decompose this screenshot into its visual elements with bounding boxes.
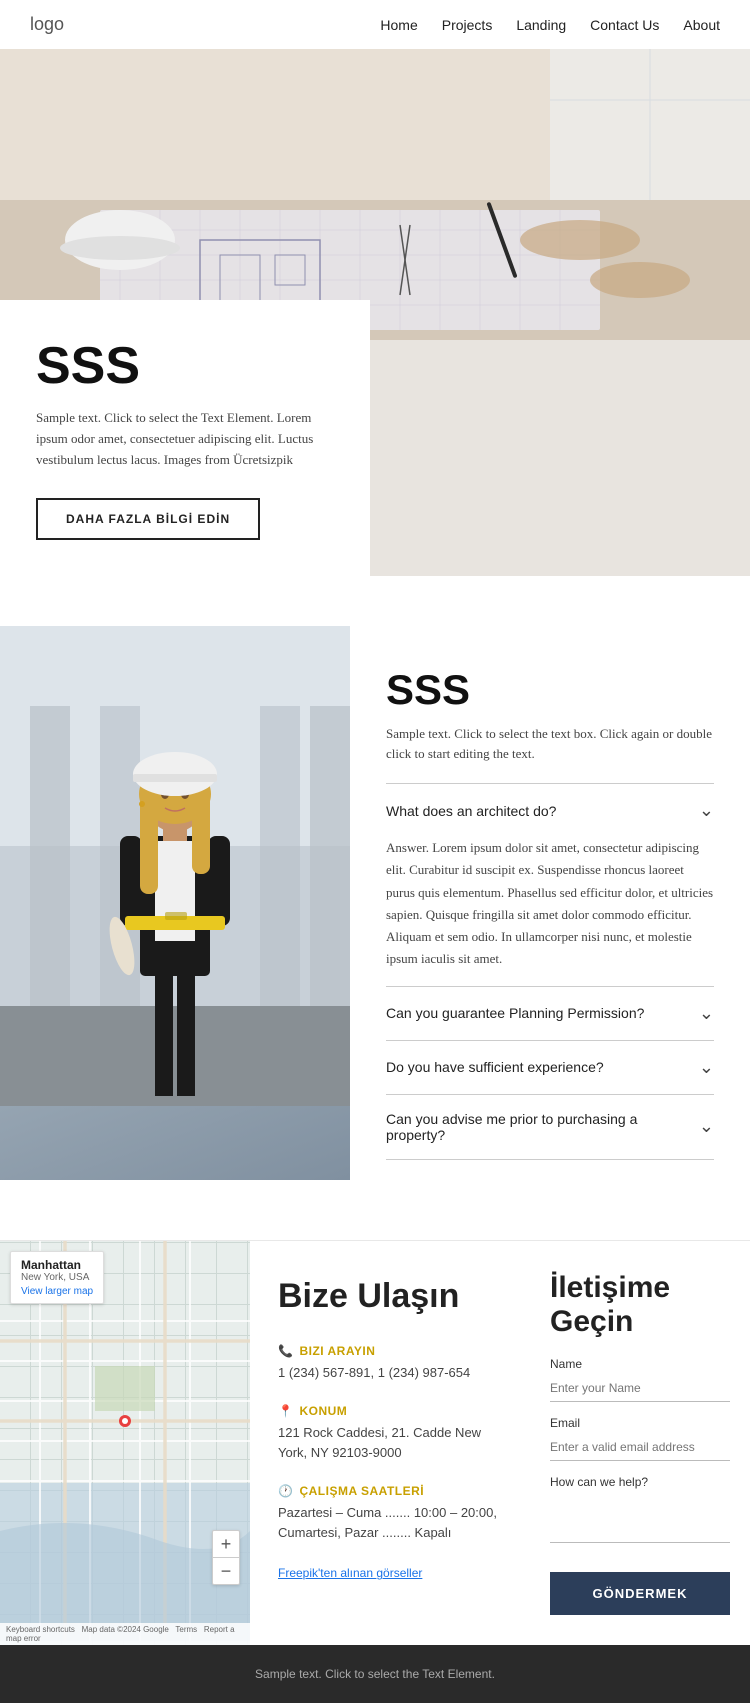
map-bg: Manhattan New York, USA View larger map … [0,1241,250,1645]
faq-heading: SSS [386,666,714,714]
faq-question-text-3: Do you have sufficient experience? [386,1059,604,1075]
form-heading: İletişime Geçin [550,1271,730,1339]
faq-question-3[interactable]: Do you have sufficient experience? ⌄ [386,1041,714,1094]
contact-hours-label: 🕐 ÇALIŞMA SAATLERİ [278,1484,502,1498]
faq-chevron-1: ⌄ [699,800,714,821]
faq-chevron-4: ⌄ [699,1116,714,1137]
nav-about[interactable]: About [683,17,720,33]
navbar: logo Home Projects Landing Contact Us Ab… [0,0,750,49]
contact-section: Manhattan New York, USA View larger map … [0,1240,750,1645]
faq-question-1[interactable]: What does an architect do? ⌄ [386,784,714,837]
nav-links: Home Projects Landing Contact Us About [380,17,720,33]
intro-body: Sample text. Click to select the Text El… [36,408,334,470]
contact-block-hours: 🕐 ÇALIŞMA SAATLERİ Pazartesi – Cuma ....… [278,1484,502,1542]
faq-chevron-2: ⌄ [699,1003,714,1024]
form-message-label: How can we help? [550,1475,730,1489]
clock-icon: 🕐 [278,1484,293,1498]
faq-section: SSS Sample text. Click to select the tex… [0,626,750,1240]
form-name-label: Name [550,1357,730,1371]
intro-right-bg [370,340,750,576]
form-email-label: Email [550,1416,730,1430]
contact-heading: Bize Ulaşın [278,1277,502,1316]
nav-projects[interactable]: Projects [442,17,493,33]
nav-home[interactable]: Home [380,17,417,33]
phone-icon: 📞 [278,1344,293,1358]
spacer [0,576,750,626]
faq-chevron-3: ⌄ [699,1057,714,1078]
faq-item-2: Can you guarantee Planning Permission? ⌄ [386,987,714,1041]
form-group-message: How can we help? [550,1475,730,1548]
form-submit-button[interactable]: GÖNDERMEK [550,1572,730,1615]
contact-address-value: 121 Rock Caddesi, 21. Cadde New York, NY… [278,1423,502,1462]
intro-section: SSS Sample text. Click to select the Tex… [0,340,750,576]
faq-item-1: What does an architect do? ⌄ Answer. Lor… [386,784,714,987]
intro-card: SSS Sample text. Click to select the Tex… [0,300,370,576]
map-zoom-out[interactable]: − [213,1558,239,1584]
intro-heading: SSS [36,340,334,392]
contact-hours-weekday: Pazartesi – Cuma ....... 10:00 – 20:00, [278,1503,502,1523]
faq-content: SSS Sample text. Click to select the tex… [350,626,750,1180]
map-container: Manhattan New York, USA View larger map … [0,1241,250,1645]
view-larger-map-link[interactable]: View larger map [21,1286,93,1297]
form-group-name: Name [550,1357,730,1402]
form-email-input[interactable] [550,1434,730,1461]
faq-question-text-2: Can you guarantee Planning Permission? [386,1005,644,1021]
faq-question-2[interactable]: Can you guarantee Planning Permission? ⌄ [386,987,714,1040]
map-city: Manhattan [21,1258,93,1272]
contact-hours-weekend: Cumartesi, Pazar ........ Kapalı [278,1523,502,1543]
contact-phone-value: 1 (234) 567-891, 1 (234) 987-654 [278,1363,502,1383]
faq-image [0,626,350,1180]
nav-logo: logo [30,14,64,35]
contact-form-section: İletişime Geçin Name Email How can we he… [530,1241,750,1645]
form-message-input[interactable] [550,1493,730,1543]
nav-contact[interactable]: Contact Us [590,17,659,33]
map-label: Manhattan New York, USA View larger map [10,1251,104,1304]
faq-question-text-4: Can you advise me prior to purchasing a … [386,1111,699,1143]
learn-more-button[interactable]: DAHA FAZLA BİLGİ EDİN [36,498,260,540]
map-footer-text: Keyboard shortcuts Map data ©2024 Google… [6,1625,244,1643]
contact-location-label: 📍 KONUM [278,1404,502,1418]
location-icon: 📍 [278,1404,293,1418]
form-group-email: Email [550,1416,730,1461]
faq-subtitle: Sample text. Click to select the text bo… [386,724,714,763]
contact-phone-label: 📞 BIZI ARAYIN [278,1344,502,1358]
faq-answer-1: Answer. Lorem ipsum dolor sit amet, cons… [386,837,714,986]
map-zoom-in[interactable]: + [213,1531,239,1557]
map-footer: Keyboard shortcuts Map data ©2024 Google… [0,1623,250,1645]
map-zoom-controls: + − [212,1530,240,1585]
nav-landing[interactable]: Landing [516,17,566,33]
footer-text: Sample text. Click to select the Text El… [22,1667,728,1681]
faq-question-4[interactable]: Can you advise me prior to purchasing a … [386,1095,714,1159]
hero-section [0,0,750,340]
faq-question-text-1: What does an architect do? [386,803,556,819]
faq-item-3: Do you have sufficient experience? ⌄ [386,1041,714,1095]
contact-info: Bize Ulaşın 📞 BIZI ARAYIN 1 (234) 567-89… [250,1241,530,1645]
contact-block-phone: 📞 BIZI ARAYIN 1 (234) 567-891, 1 (234) 9… [278,1344,502,1383]
faq-item-4: Can you advise me prior to purchasing a … [386,1095,714,1160]
contact-block-location: 📍 KONUM 121 Rock Caddesi, 21. Cadde New … [278,1404,502,1462]
map-state: New York, USA [21,1272,93,1283]
freepik-link[interactable]: Freepik'ten alınan görseller [278,1566,422,1580]
footer: Sample text. Click to select the Text El… [0,1645,750,1703]
form-name-input[interactable] [550,1375,730,1402]
